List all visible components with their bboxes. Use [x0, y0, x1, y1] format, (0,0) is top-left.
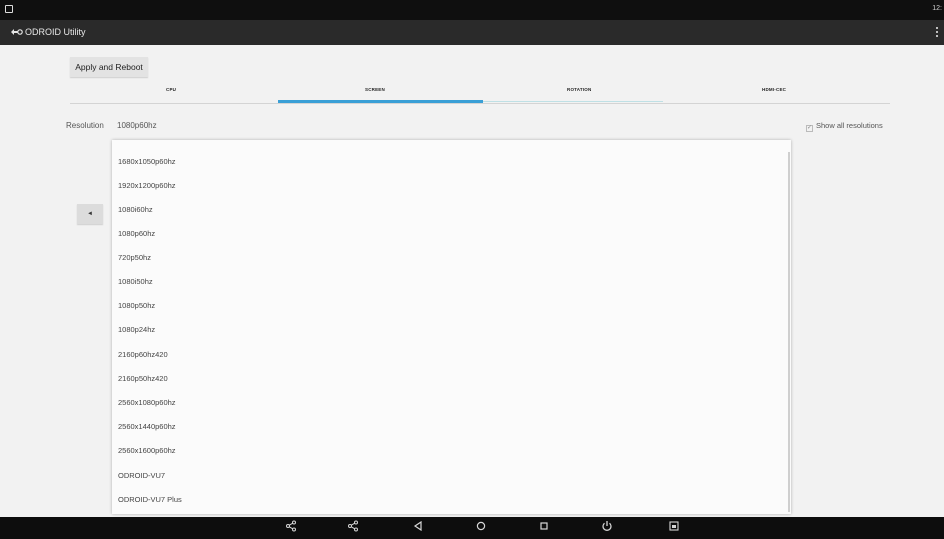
dropdown-option[interactable]: 2160p60hz420 — [118, 350, 168, 359]
recent-apps-icon[interactable] — [536, 520, 552, 536]
navigation-bar — [0, 517, 944, 539]
notification-icon — [5, 5, 13, 13]
apply-and-reboot-button[interactable]: Apply and Reboot — [70, 57, 148, 77]
dropdown-option[interactable]: 1080i60hz — [118, 205, 153, 214]
dropdown-option[interactable]: ODROID-VU7 — [118, 471, 165, 480]
status-clock: 12: — [932, 5, 942, 12]
dropdown-option[interactable]: ODROID-VU7 Plus — [118, 495, 182, 504]
status-bar: 12: — [0, 0, 944, 20]
dropdown-scrollbar[interactable] — [788, 152, 790, 512]
tab-rotation[interactable]: ROTATION — [567, 87, 591, 92]
dropdown-option[interactable]: 1080i50hz — [118, 277, 153, 286]
dropdown-option[interactable]: 1080p24hz — [118, 325, 155, 334]
screenshot-icon[interactable] — [666, 520, 682, 536]
back-icon[interactable] — [410, 520, 426, 536]
app-title: ODROID Utility — [25, 27, 86, 37]
action-bar: ODROID Utility — [0, 20, 944, 45]
tab-cpu[interactable]: CPU — [166, 87, 176, 92]
dropdown-option[interactable]: 1080p60hz — [118, 229, 155, 238]
dropdown-option[interactable]: 1680x1050p60hz — [118, 157, 176, 166]
dropdown-option[interactable]: 2560x1600p60hz — [118, 446, 176, 455]
tab-bar: CPU SCREEN ROTATION HDMI-CEC — [70, 82, 890, 104]
checkbox-check-icon: ✓ — [806, 125, 813, 132]
dropdown-option[interactable]: 2560x1440p60hz — [118, 422, 176, 431]
share-alt-icon[interactable] — [345, 520, 361, 536]
show-all-resolutions-checkbox[interactable]: ✓ Show all resolutions — [806, 121, 883, 132]
show-all-label: Show all resolutions — [816, 121, 883, 130]
app-logo-icon[interactable] — [9, 26, 23, 39]
tab-screen[interactable]: SCREEN — [365, 87, 385, 92]
tabs-divider — [70, 103, 890, 104]
overflow-menu-icon[interactable] — [934, 25, 940, 40]
share-icon[interactable] — [283, 520, 299, 536]
home-icon[interactable] — [473, 520, 489, 536]
resolution-label: Resolution — [66, 121, 104, 130]
dropdown-option[interactable]: 1080p50hz — [118, 301, 155, 310]
resolution-spinner[interactable]: 1080p60hz — [117, 121, 157, 130]
dropdown-option[interactable]: 1920x1200p60hz — [118, 181, 176, 190]
resolution-dropdown-list[interactable]: 1680x1050p60hz 1920x1200p60hz 1080i60hz … — [112, 140, 791, 514]
dropdown-option[interactable]: 720p50hz — [118, 253, 151, 262]
left-arrow-button[interactable]: ◄ — [77, 204, 103, 224]
dropdown-option[interactable]: 2560x1080p60hz — [118, 398, 176, 407]
power-icon[interactable] — [599, 520, 615, 536]
tab-hdmi-cec[interactable]: HDMI-CEC — [762, 87, 786, 92]
dropdown-option[interactable]: 2160p50hz420 — [118, 374, 168, 383]
tab-indicator-trail — [483, 101, 663, 102]
